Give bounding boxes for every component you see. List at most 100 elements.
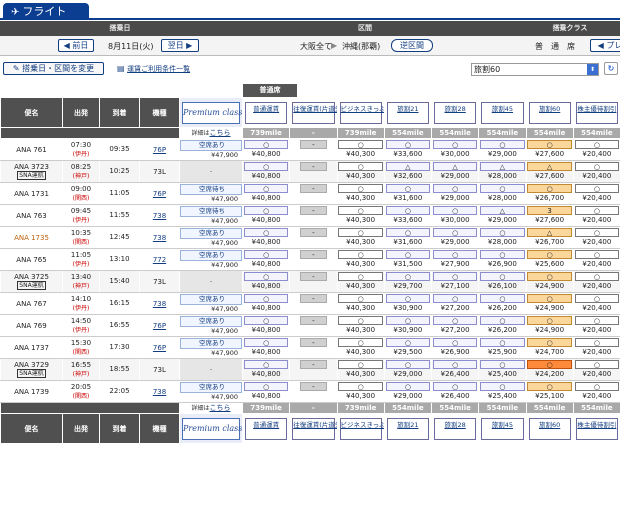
fare-cell[interactable]: △ ¥29,000 <box>430 160 480 183</box>
fare-cell[interactable]: ○ ¥27,900 <box>430 248 480 271</box>
fare-header[interactable]: ビジネスきっぷ(片道分) <box>336 97 385 128</box>
fare-cell[interactable]: ○ ¥24,900 <box>525 314 574 337</box>
fare-type-link[interactable]: 株主優待割引 <box>575 101 618 124</box>
premium-cell[interactable]: 空席あり ¥47,900 <box>179 380 243 403</box>
premium-status[interactable]: 空席あり <box>180 337 242 349</box>
equipment-link[interactable]: 772 <box>153 256 166 264</box>
fare-cell[interactable]: ○ ¥40,800 <box>241 380 291 403</box>
fare-header[interactable]: 往復運賃(片道分) <box>289 413 338 444</box>
fare-cell[interactable]: ○ ¥40,800 <box>241 248 291 271</box>
fare-header[interactable]: 旅割60 <box>525 97 574 128</box>
fare-cell[interactable]: ○ ¥26,100 <box>478 270 527 293</box>
fare-cell[interactable]: 3 ¥27,600 <box>525 204 574 227</box>
fare-cell[interactable]: ○ ¥24,900 <box>525 292 574 315</box>
fare-cell[interactable]: ○ ¥27,200 <box>430 314 480 337</box>
fare-cell[interactable]: ○ ¥25,900 <box>478 336 527 359</box>
fare-cell[interactable]: ○ ¥40,800 <box>241 160 291 183</box>
fare-cell[interactable]: ○ ¥30,000 <box>430 204 480 227</box>
fare-cell[interactable]: ○ ¥28,000 <box>478 182 527 205</box>
premium-cell[interactable]: 空席あり ¥47,900 <box>179 336 243 359</box>
equipment-link[interactable]: 76P <box>153 322 166 330</box>
fare-cell[interactable]: ○ ¥40,300 <box>336 380 385 403</box>
fare-type-link[interactable]: 旅割28 <box>434 101 477 124</box>
fare-cell[interactable]: ○ ¥20,400 <box>572 182 620 205</box>
fare-cell[interactable]: ○ ¥40,300 <box>336 358 385 381</box>
fare-cell[interactable]: ○ ¥26,900 <box>430 336 480 359</box>
fare-cell[interactable]: ○ ¥40,300 <box>336 292 385 315</box>
premium-status[interactable]: 空席待ち <box>180 183 242 195</box>
fare-cell[interactable]: ○ ¥25,400 <box>478 358 527 381</box>
fare-cell[interactable]: ○ ¥30,900 <box>383 314 433 337</box>
premium-cell[interactable]: 空席あり ¥47,900 <box>179 138 243 161</box>
equipment-link[interactable]: 76P <box>153 190 166 198</box>
fare-cell[interactable]: ○ ¥20,400 <box>572 358 620 381</box>
fare-cell[interactable]: ○ ¥40,300 <box>336 248 385 271</box>
fare-type-link[interactable]: 往復運賃(片道分) <box>292 101 336 124</box>
equipment-link[interactable]: 76P <box>153 344 166 352</box>
prev-day-button[interactable]: ◀ 前日 <box>58 39 94 52</box>
premium-cell[interactable]: 空席あり ¥47,900 <box>179 292 243 315</box>
equipment-link[interactable]: 738 <box>153 300 166 308</box>
fare-cell[interactable]: ○ ¥31,600 <box>383 182 433 205</box>
fare-header[interactable]: 往復運賃(片道分) <box>289 97 338 128</box>
fare-cell[interactable]: ○ ¥40,800 <box>241 204 291 227</box>
fare-type-link[interactable]: 往復運賃(片道分) <box>292 417 336 440</box>
premium-class-header[interactable]: Premium class <box>179 413 243 444</box>
fare-header[interactable]: 旅割21 <box>383 97 433 128</box>
fare-cell[interactable]: ○ ¥40,800 <box>241 182 291 205</box>
premium-cell[interactable]: 空席あり ¥47,900 <box>179 314 243 337</box>
premium-class-logo[interactable]: Premium class <box>182 101 242 124</box>
equipment-link[interactable]: 738 <box>153 234 166 242</box>
tab-flight[interactable]: ✈ フライト <box>3 3 89 20</box>
equipment-link[interactable]: 76P <box>153 146 166 154</box>
fare-cell[interactable]: ○ ¥26,400 <box>430 358 480 381</box>
fare-cell[interactable]: ○ ¥29,500 <box>383 336 433 359</box>
fare-header[interactable]: 旅割21 <box>383 413 433 444</box>
fare-header[interactable]: 旅割45 <box>478 413 527 444</box>
fare-cell[interactable]: ○ ¥29,000 <box>430 226 480 249</box>
fare-cell[interactable]: ○ ¥20,400 <box>572 336 620 359</box>
premium-status[interactable]: 空席待ち <box>180 205 242 217</box>
fare-type-link[interactable]: 旅割60 <box>528 101 571 124</box>
fare-header[interactable]: 旅割28 <box>430 413 480 444</box>
fare-cell[interactable]: ○ ¥29,700 <box>383 270 433 293</box>
fare-cell[interactable]: ○ ¥28,000 <box>478 226 527 249</box>
fare-cell[interactable]: ○ ¥29,000 <box>430 182 480 205</box>
fare-type-link[interactable]: 旅割21 <box>386 417 429 440</box>
premium-status[interactable]: 空席あり <box>180 139 242 151</box>
premium-cell[interactable]: 空席待ち ¥47,900 <box>179 182 243 205</box>
fare-type-link[interactable]: 旅割21 <box>386 101 429 124</box>
fare-cell[interactable]: ○ ¥40,800 <box>241 292 291 315</box>
premium-cell[interactable]: 空席あり ¥47,900 <box>179 248 243 271</box>
equipment-link[interactable]: 738 <box>153 388 166 396</box>
fare-type-link[interactable]: 旅割45 <box>481 417 524 440</box>
fare-cell[interactable]: ○ ¥40,800 <box>241 226 291 249</box>
fare-cell[interactable]: ○ ¥20,400 <box>572 248 620 271</box>
fare-cell[interactable]: ○ ¥40,800 <box>241 358 291 381</box>
fare-header[interactable]: 旅割60 <box>525 413 574 444</box>
next-day-button[interactable]: 翌日 ▶ <box>161 39 199 52</box>
fare-cell[interactable]: ○ ¥31,500 <box>383 248 433 271</box>
fare-cell[interactable]: ○ ¥40,300 <box>336 336 385 359</box>
premium-status[interactable]: 空席あり <box>180 381 242 393</box>
fare-conditions-link[interactable]: 運賃ご利用条件一覧 <box>127 65 190 73</box>
fare-header[interactable]: 普通運賃 <box>241 97 291 128</box>
fare-header[interactable]: ビジネスきっぷ(片道分) <box>336 413 385 444</box>
fare-cell[interactable]: ○ ¥27,600 <box>525 138 574 161</box>
details-link[interactable]: こちら <box>210 404 231 412</box>
fare-cell[interactable]: ○ ¥30,900 <box>383 292 433 315</box>
fare-cell[interactable]: ○ ¥20,400 <box>572 138 620 161</box>
premium-cell[interactable]: 空席あり ¥47,900 <box>179 226 243 249</box>
fare-cell[interactable]: ○ ¥40,800 <box>241 314 291 337</box>
premium-status[interactable]: 空席あり <box>180 315 242 327</box>
fare-cell[interactable]: ○ ¥20,400 <box>572 292 620 315</box>
fare-cell[interactable]: ○ ¥27,200 <box>430 292 480 315</box>
fare-cell[interactable]: ○ ¥26,400 <box>430 380 480 403</box>
equipment-link[interactable]: 738 <box>153 212 166 220</box>
fare-cell[interactable]: ○ ¥40,300 <box>336 160 385 183</box>
premium-class-header[interactable]: Premium class <box>179 97 243 128</box>
fare-cell[interactable]: ○ ¥26,200 <box>478 292 527 315</box>
fare-header[interactable]: 株主優待割引 <box>572 97 620 128</box>
fare-cell[interactable]: ○ ¥29,000 <box>383 358 433 381</box>
fare-cell[interactable]: ○ ¥20,400 <box>572 204 620 227</box>
